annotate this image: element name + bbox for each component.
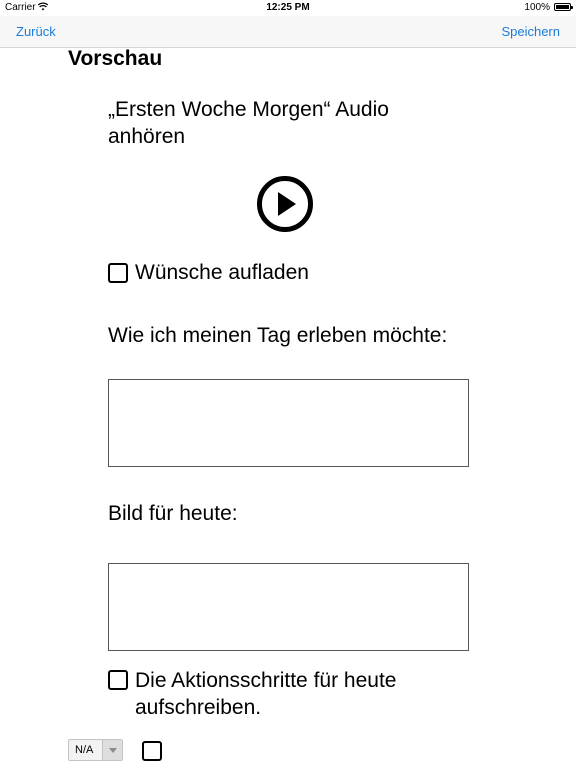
day-textarea[interactable] xyxy=(108,379,469,467)
actions-label: Die Aktionsschritte für heute aufschreib… xyxy=(135,669,397,719)
play-circle-icon[interactable] xyxy=(256,175,314,233)
wishes-checkbox-row[interactable]: Wünsche aufladen xyxy=(108,259,309,286)
day-label: Wie ich meinen Tag erleben möchte: xyxy=(108,324,448,347)
section-title: Vorschau xyxy=(68,47,163,70)
status-select-value: N/A xyxy=(75,744,94,756)
status-bar: Carrier 12:25 PM 100% xyxy=(0,0,576,16)
actions-checkbox-row[interactable]: Die Aktionsschritte für heute aufschreib… xyxy=(108,667,445,721)
battery-percentage: 100% xyxy=(524,2,550,13)
back-button[interactable]: Zurück xyxy=(16,24,56,39)
save-button[interactable]: Speichern xyxy=(501,24,560,39)
wishes-checkbox[interactable] xyxy=(108,263,128,283)
wishes-label: Wünsche aufladen xyxy=(135,261,309,284)
image-textarea[interactable] xyxy=(108,563,469,651)
chevron-down-icon[interactable] xyxy=(102,740,122,760)
image-label: Bild für heute: xyxy=(108,502,238,525)
battery-icon xyxy=(554,3,573,11)
audio-title: „Ersten Woche Morgen“ Audio anhören xyxy=(108,98,389,148)
actions-checkbox[interactable] xyxy=(108,670,128,690)
navigation-bar: Zurück Speichern xyxy=(0,16,576,48)
status-select[interactable]: N/A xyxy=(68,739,123,761)
clock: 12:25 PM xyxy=(266,2,310,13)
extra-checkbox[interactable] xyxy=(142,741,162,761)
